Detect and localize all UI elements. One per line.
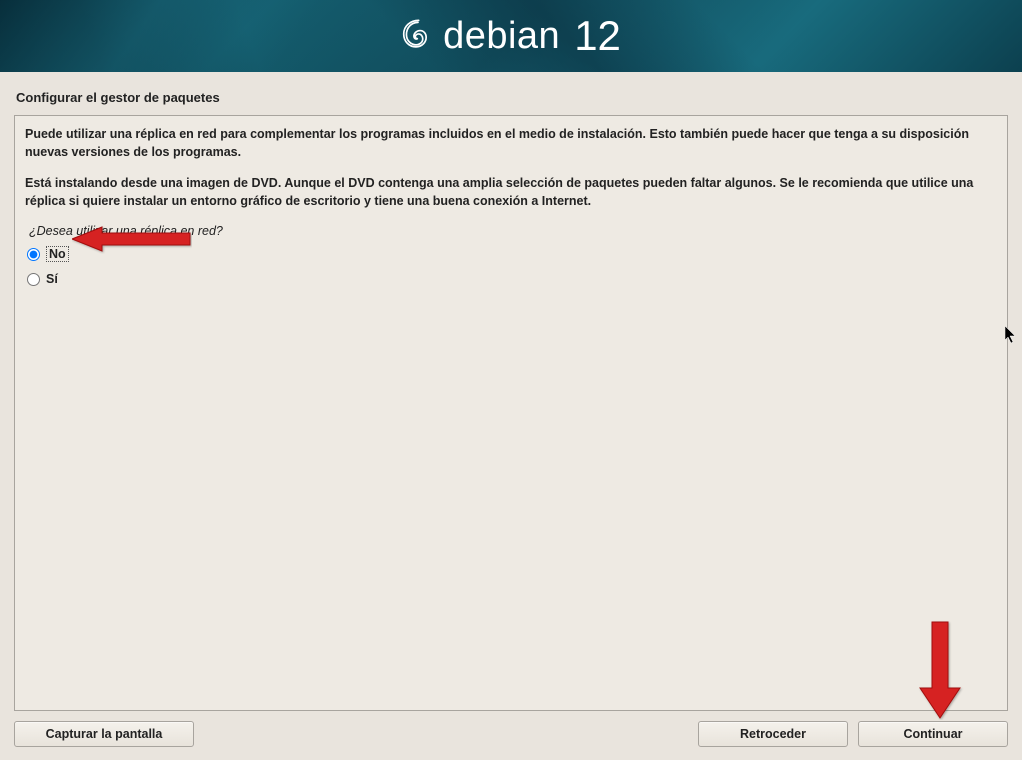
- radio-label-no: No: [46, 246, 69, 262]
- description-block-1: Puede utilizar una réplica en red para c…: [25, 126, 997, 161]
- radio-option-yes[interactable]: Sí: [27, 272, 997, 286]
- page-title: Configurar el gestor de paquetes: [14, 86, 1008, 115]
- button-bar: Capturar la pantalla Retroceder Continua…: [0, 711, 1022, 757]
- installer-header: debian 12: [0, 0, 1022, 72]
- description-para-1: Puede utilizar una réplica en red para c…: [25, 126, 997, 161]
- header-title-group: debian 12: [401, 12, 621, 60]
- question-label: ¿Desea utilizar una réplica en red?: [29, 224, 997, 238]
- description-para-2: Está instalando desde una imagen de DVD.…: [25, 175, 997, 210]
- radio-option-no[interactable]: No: [27, 246, 997, 262]
- brand-text: debian: [443, 15, 560, 58]
- version-text: 12: [574, 12, 621, 60]
- screenshot-button[interactable]: Capturar la pantalla: [14, 721, 194, 747]
- content-area: Configurar el gestor de paquetes Puede u…: [0, 72, 1022, 711]
- main-panel: Puede utilizar una réplica en red para c…: [14, 115, 1008, 711]
- radio-yes[interactable]: [27, 273, 40, 286]
- description-block-2: Está instalando desde una imagen de DVD.…: [25, 175, 997, 210]
- radio-label-yes: Sí: [46, 272, 58, 286]
- continue-button[interactable]: Continuar: [858, 721, 1008, 747]
- debian-logo-icon: [401, 19, 435, 53]
- back-button[interactable]: Retroceder: [698, 721, 848, 747]
- radio-group: No Sí: [27, 246, 997, 286]
- radio-no[interactable]: [27, 248, 40, 261]
- button-group-right: Retroceder Continuar: [698, 721, 1008, 747]
